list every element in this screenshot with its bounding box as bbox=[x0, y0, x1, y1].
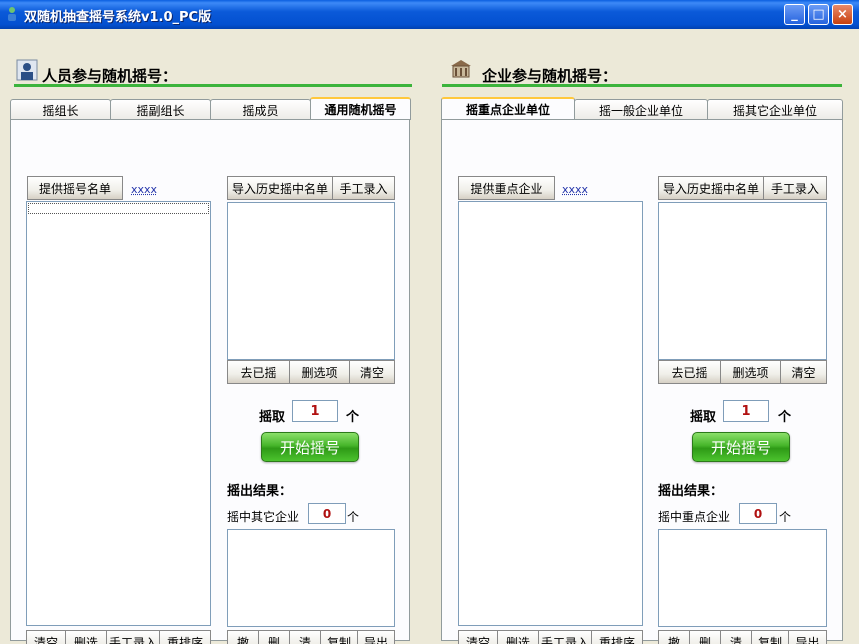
enterprise-start-draw-button[interactable]: 开始摇号 bbox=[692, 432, 790, 462]
manual-entry-button[interactable]: 手工录入 bbox=[332, 176, 395, 200]
enterprise-draw-unit: 个 bbox=[778, 410, 792, 425]
clear-candidates-button[interactable]: 清空 bbox=[26, 630, 66, 644]
hit-unit: 个 bbox=[347, 510, 360, 524]
personnel-divider bbox=[14, 84, 412, 87]
building-icon bbox=[451, 60, 471, 78]
remove-drawn-button[interactable]: 去已摇 bbox=[227, 360, 290, 384]
undo-button[interactable]: 撤 bbox=[227, 630, 259, 644]
enterprise-delete-selected-button[interactable]: 删选项 bbox=[720, 360, 781, 384]
personnel-tab-panel: 提供摇号名单 xxxx 导入历史摇中名单 手工录入 去已摇 删选项 清空 摇取 … bbox=[10, 119, 410, 644]
list-selection-row[interactable] bbox=[28, 203, 209, 214]
maximize-button[interactable]: □ bbox=[808, 4, 829, 25]
delete-selected-button[interactable]: 删选项 bbox=[289, 360, 350, 384]
result-list[interactable] bbox=[227, 529, 395, 627]
candidate-list[interactable] bbox=[26, 201, 211, 626]
provide-key-enterprise-value[interactable]: xxxx bbox=[562, 183, 588, 196]
reorder-button[interactable]: 重排序 bbox=[159, 630, 211, 644]
export-button[interactable]: 导出 bbox=[357, 630, 395, 644]
enterprise-divider bbox=[442, 84, 842, 87]
enterprise-manual-entry-button[interactable]: 手工录入 bbox=[763, 176, 827, 200]
minimize-button[interactable]: _ bbox=[784, 4, 805, 25]
enterprise-hit-count-input[interactable]: 0 bbox=[739, 503, 777, 524]
enterprise-result-list[interactable] bbox=[658, 529, 827, 627]
tab-general-enterprise[interactable]: 摇一般企业单位 bbox=[574, 99, 708, 120]
draw-label: 摇取 bbox=[259, 410, 286, 425]
enterprise-draw-count-input[interactable]: 1 bbox=[723, 400, 769, 422]
provide-key-enterprise-button[interactable]: 提供重点企业 bbox=[458, 176, 555, 200]
delete-candidate-button[interactable]: 删选 bbox=[65, 630, 107, 644]
enterprise-clear-candidates-button[interactable]: 清空 bbox=[458, 630, 498, 644]
enterprise-import-history-button[interactable]: 导入历史摇中名单 bbox=[658, 176, 764, 200]
enterprise-tab-panel: 提供重点企业 xxxx 导入历史摇中名单 手工录入 去已摇 删选项 清空 摇取 … bbox=[441, 119, 843, 644]
person-icon bbox=[16, 59, 38, 81]
enterprise-undo-button[interactable]: 撤 bbox=[658, 630, 690, 644]
copy-button[interactable]: 复制 bbox=[320, 630, 358, 644]
tab-key-enterprise[interactable]: 摇重点企业单位 bbox=[441, 97, 575, 120]
tab-general-draw[interactable]: 通用随机摇号 bbox=[310, 97, 411, 120]
hit-count-input[interactable]: 0 bbox=[308, 503, 346, 524]
hit-label: 摇中其它企业 bbox=[227, 510, 300, 524]
enterprise-clear-history-button[interactable]: 清空 bbox=[780, 360, 827, 384]
window-title: 双随机抽查摇号系统v1.0_PC版 bbox=[24, 10, 212, 25]
start-draw-button[interactable]: 开始摇号 bbox=[261, 432, 359, 462]
close-button[interactable]: × bbox=[832, 4, 853, 25]
tab-draw-leader[interactable]: 摇组长 bbox=[10, 99, 111, 120]
enterprise-candidate-list[interactable] bbox=[458, 201, 643, 626]
draw-unit: 个 bbox=[346, 410, 360, 425]
enterprise-result-label: 摇出结果： bbox=[658, 484, 724, 499]
tab-other-enterprise[interactable]: 摇其它企业单位 bbox=[707, 99, 843, 120]
enterprise-hit-unit: 个 bbox=[779, 510, 792, 524]
clear-result-button[interactable]: 清 bbox=[289, 630, 321, 644]
enterprise-remove-drawn-button[interactable]: 去已摇 bbox=[658, 360, 721, 384]
result-label: 摇出结果： bbox=[227, 484, 293, 499]
delete-result-button[interactable]: 删 bbox=[258, 630, 290, 644]
enterprise-clear-result-button[interactable]: 清 bbox=[720, 630, 752, 644]
provide-list-button[interactable]: 提供摇号名单 bbox=[27, 176, 123, 200]
enterprise-draw-label: 摇取 bbox=[690, 410, 717, 425]
enterprise-delete-result-button[interactable]: 删 bbox=[689, 630, 721, 644]
enterprise-hit-label: 摇中重点企业 bbox=[658, 510, 731, 524]
personnel-section-title: 人员参与随机摇号： bbox=[42, 67, 178, 85]
draw-count-input[interactable]: 1 bbox=[292, 400, 338, 422]
title-bar[interactable]: 双随机抽查摇号系统v1.0_PC版 _ □ × bbox=[0, 0, 859, 29]
tab-draw-member[interactable]: 摇成员 bbox=[210, 99, 311, 120]
enterprise-section-title: 企业参与随机摇号： bbox=[482, 67, 618, 85]
clear-history-button[interactable]: 清空 bbox=[349, 360, 395, 384]
app-icon bbox=[8, 7, 16, 21]
enterprise-delete-candidate-button[interactable]: 删选 bbox=[497, 630, 539, 644]
enterprise-reorder-button[interactable]: 重排序 bbox=[591, 630, 643, 644]
history-list[interactable] bbox=[227, 202, 395, 360]
enterprise-history-list[interactable] bbox=[658, 202, 827, 360]
tab-draw-deputy[interactable]: 摇副组长 bbox=[110, 99, 211, 120]
import-history-button[interactable]: 导入历史摇中名单 bbox=[227, 176, 333, 200]
provide-list-value[interactable]: xxxx bbox=[131, 183, 157, 196]
enterprise-copy-button[interactable]: 复制 bbox=[751, 630, 789, 644]
enterprise-manual-add-button[interactable]: 手工录入 bbox=[538, 630, 592, 644]
enterprise-export-button[interactable]: 导出 bbox=[788, 630, 827, 644]
client-area: 人员参与随机摇号： 摇组长 摇副组长 摇成员 通用随机摇号 提供摇号名单 xxx… bbox=[0, 29, 859, 644]
manual-add-button[interactable]: 手工录入 bbox=[106, 630, 160, 644]
